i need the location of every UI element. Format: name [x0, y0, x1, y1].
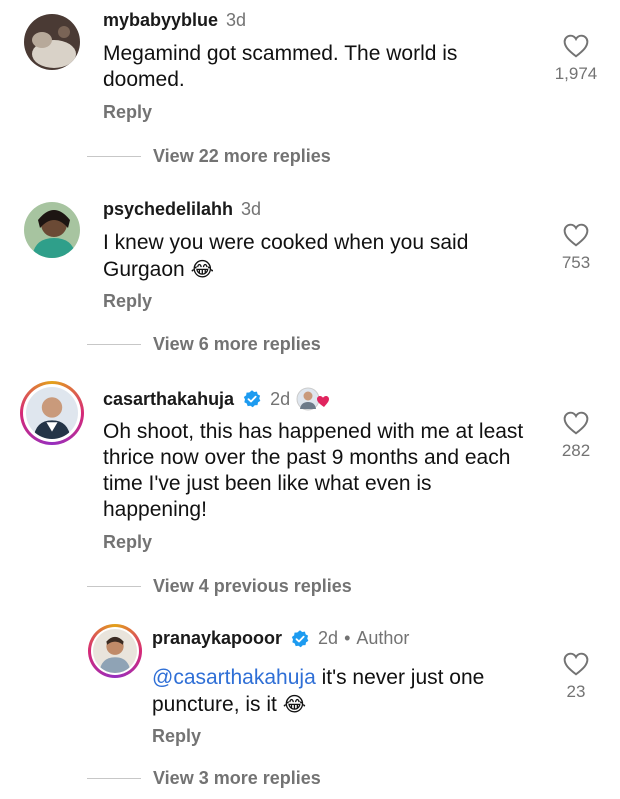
view-more-replies-label: View 22 more replies: [153, 146, 331, 166]
username[interactable]: casarthakahuja: [103, 389, 234, 410]
like-button[interactable]: 753: [546, 223, 606, 273]
author-badge: Author: [356, 628, 410, 648]
laughing-emoji: 😂: [190, 257, 214, 281]
username[interactable]: psychedelilahh: [103, 199, 233, 220]
divider-line: [87, 778, 141, 779]
divider-line: [87, 156, 141, 157]
like-button[interactable]: 23: [546, 652, 606, 702]
view-more-replies[interactable]: View 6 more replies: [87, 334, 321, 355]
view-more-replies-label: View 6 more replies: [153, 334, 321, 354]
reply-button[interactable]: Reply: [103, 102, 152, 123]
reply-button[interactable]: Reply: [152, 726, 201, 747]
avatar[interactable]: [24, 14, 80, 70]
divider-line: [87, 344, 141, 345]
timestamp: 2d: [318, 628, 339, 648]
view-previous-replies[interactable]: View 4 previous replies: [87, 576, 352, 597]
view-more-replies-label: View 3 more replies: [153, 768, 321, 788]
like-count: 282: [561, 441, 591, 460]
view-more-replies[interactable]: View 22 more replies: [87, 146, 331, 167]
reply-button[interactable]: Reply: [103, 291, 152, 312]
like-count: 23: [566, 682, 586, 701]
like-button[interactable]: 1,974: [546, 34, 606, 84]
username[interactable]: mybabyyblue: [103, 10, 218, 31]
like-button[interactable]: 282: [546, 411, 606, 461]
username[interactable]: pranaykapooor: [152, 628, 282, 649]
avatar[interactable]: [93, 629, 137, 673]
comment-text: Megamind got scammed. The world is doome…: [103, 42, 458, 91]
comment-text-content: I knew you were cooked when you said Gur…: [103, 231, 469, 281]
verified-badge-icon: [243, 390, 261, 408]
divider-line: [87, 586, 141, 587]
view-previous-replies-label: View 4 previous replies: [153, 576, 352, 596]
comment-text: I knew you were cooked when you said Gur…: [103, 230, 543, 283]
creator-liked-icon: [296, 387, 330, 411]
avatar[interactable]: [26, 387, 78, 439]
timestamp: 2d: [270, 388, 291, 409]
avatar[interactable]: [24, 202, 80, 258]
like-count: 753: [561, 253, 591, 272]
separator-dot: •: [344, 628, 351, 648]
timestamp: 3d: [241, 199, 262, 219]
heart-icon[interactable]: [563, 652, 589, 676]
laughing-emoji: 😂: [282, 692, 307, 716]
verified-badge-icon: [291, 629, 309, 647]
reply-button[interactable]: Reply: [103, 532, 152, 553]
like-count: 1,974: [554, 64, 598, 83]
heart-icon[interactable]: [563, 411, 589, 435]
heart-icon[interactable]: [563, 223, 589, 247]
timestamp: 3d: [226, 10, 247, 30]
comment-text: @casarthakahuja it's never just one punc…: [152, 665, 532, 718]
mention-link[interactable]: @casarthakahuja: [152, 666, 316, 689]
comment-text: Oh shoot, this has happened with me at l…: [103, 420, 524, 521]
heart-icon[interactable]: [563, 34, 589, 58]
view-more-replies[interactable]: View 3 more replies: [87, 768, 321, 789]
